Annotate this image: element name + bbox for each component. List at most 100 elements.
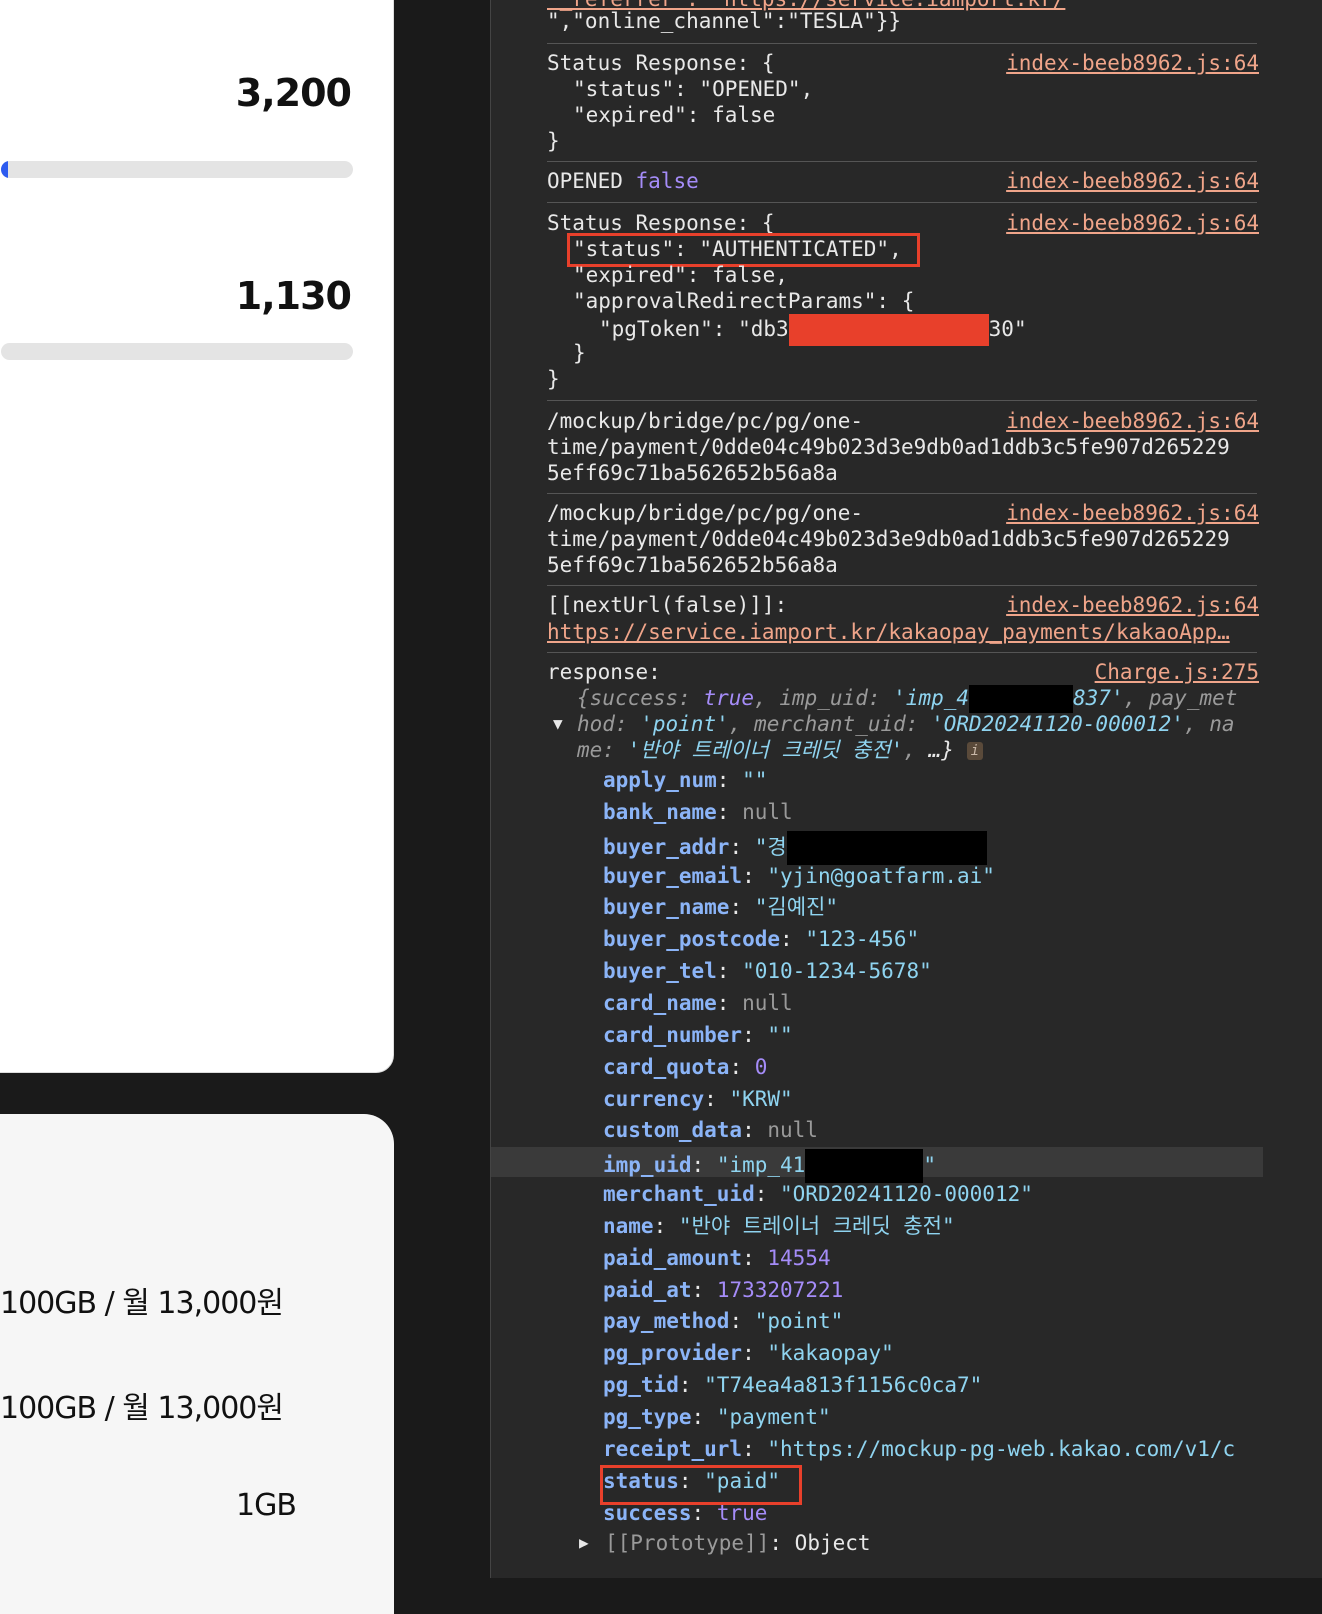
property-row[interactable]: pg_provider: "kakaopay" <box>603 1340 894 1366</box>
property-key: buyer_name <box>603 895 730 920</box>
property-key: pg_tid <box>603 1373 679 1398</box>
progress-bar-2 <box>1 343 353 360</box>
property-key: pg_type <box>603 1405 692 1429</box>
property-row[interactable]: merchant_uid: "ORD20241120-000012" <box>603 1181 1033 1207</box>
property-key: imp_uid <box>603 1153 692 1178</box>
path-line: /mockup/bridge/pc/pg/one- <box>547 501 864 525</box>
prototype-line[interactable]: [[Prototype]]: Object <box>605 1530 1315 1556</box>
property-row[interactable]: card_name: null <box>603 990 793 1016</box>
expired-false: "expired": false, <box>573 263 788 287</box>
property-key: merchant_uid <box>603 1182 755 1207</box>
stat-value-2: 1,130 <box>235 274 352 318</box>
status-opened: "status": "OPENED", <box>573 77 814 101</box>
property-key: buyer_tel <box>603 959 717 984</box>
highlight-box-status-paid <box>600 1465 802 1505</box>
summary-key: na <box>1209 712 1235 736</box>
prototype-value: Object <box>794 1531 871 1555</box>
summary-key: hod <box>577 712 615 736</box>
property-value: 1733207221 <box>716 1277 844 1302</box>
property-row[interactable]: paid_amount: 14554 <box>603 1245 831 1271</box>
nexturl-label: [[nextUrl(false)]]: <box>547 593 788 617</box>
plan-item-3: 1GB <box>236 1488 297 1523</box>
property-row[interactable]: pay_method: "point" <box>603 1308 843 1334</box>
summary-key: pay_met <box>1148 686 1238 710</box>
property-key: card_number <box>603 1022 743 1047</box>
redaction-black <box>786 830 987 865</box>
property-value: "123-456" <box>805 927 920 952</box>
separator <box>547 652 1257 653</box>
redaction-black <box>969 685 1074 713</box>
devtools-console: "_referrer": "https://service.iamport.kr… <box>490 0 1322 1578</box>
prototype-label: [[Prototype]] <box>605 1531 770 1555</box>
property-value: null <box>742 990 793 1015</box>
property-row[interactable]: receipt_url: "https://mockup-pg-web.kaka… <box>603 1436 1235 1462</box>
property-key: card_quota <box>603 1054 730 1079</box>
property-key: card_name <box>603 990 717 1015</box>
property-row[interactable]: card_number: "" <box>603 1022 793 1048</box>
plan-card: 100GB / 월 13,000원 100GB / 월 13,000원 1GB <box>0 1114 394 1614</box>
property-row[interactable]: card_quota: 0 <box>603 1054 767 1080</box>
property-key: paid_at <box>603 1277 692 1302</box>
property-row[interactable]: currency: "KRW" <box>603 1086 793 1112</box>
property-row[interactable]: pg_type: "payment" <box>603 1404 831 1430</box>
property-key: pay_method <box>603 1309 730 1334</box>
path-line: 5eff69c71ba562652b56a8a <box>547 461 838 485</box>
mockup-path-1: /mockup/bridge/pc/pg/one-time/payment/0d… <box>547 408 1257 486</box>
redaction-black <box>805 1149 924 1184</box>
path-line: /mockup/bridge/pc/pg/one- <box>547 409 864 433</box>
pgtoken-prefix: "pgToken": "db3 <box>599 317 789 341</box>
property-row[interactable]: bank_name: null <box>603 799 793 825</box>
property-value: "김예진" <box>754 895 838 920</box>
status-response-label: Status Response: { <box>547 51 775 75</box>
progress-bar-1 <box>1 161 353 178</box>
summary-impuid-suffix: 837' <box>1073 686 1124 710</box>
response-summary-line2: hod: 'point', merchant_uid: 'ORD20241120… <box>577 712 1235 736</box>
property-key: paid_amount <box>603 1245 743 1270</box>
property-key: buyer_email <box>603 863 743 888</box>
property-row[interactable]: buyer_tel: "010-1234-5678" <box>603 958 932 984</box>
property-value: "imp_41 <box>716 1153 806 1178</box>
property-row[interactable]: buyer_addr: "경 <box>603 830 987 865</box>
mockup-path-2: /mockup/bridge/pc/pg/one-time/payment/0d… <box>547 500 1257 578</box>
property-row[interactable]: buyer_postcode: "123-456" <box>603 926 919 952</box>
property-row[interactable]: custom_data: null <box>603 1117 818 1143</box>
property-key: currency <box>603 1086 705 1111</box>
separator <box>547 161 1257 162</box>
summary-merchant: 'ORD20241120-000012' <box>931 712 1184 736</box>
property-key: pg_provider <box>603 1341 743 1366</box>
pgtoken-suffix: 30" <box>988 317 1027 341</box>
property-value: "경 <box>754 834 787 859</box>
property-row[interactable]: pg_tid: "T74ea4a813f1156c0ca7" <box>603 1372 982 1398</box>
property-row[interactable]: imp_uid: "imp_41 " <box>603 1149 936 1184</box>
separator <box>547 493 1257 494</box>
response-label: response: <box>547 660 661 684</box>
property-key: custom_data <box>603 1118 743 1143</box>
property-key: buyer_postcode <box>603 927 781 952</box>
property-row[interactable]: buyer_name: "김예진" <box>603 894 838 920</box>
summary-point: 'point' <box>640 712 729 736</box>
property-row[interactable]: buyer_email: "yjin@goatfarm.ai" <box>603 863 995 889</box>
property-value: "yjin@goatfarm.ai" <box>767 863 995 888</box>
property-row[interactable]: apply_num: "" <box>603 767 767 793</box>
stat-value-1: 3,200 <box>235 71 352 115</box>
property-value: 14554 <box>767 1245 831 1270</box>
property-value-suffix: " <box>923 1153 936 1178</box>
property-row[interactable]: name: "반야 트레이너 크레딧 충전" <box>603 1213 955 1239</box>
false-word: false <box>635 169 699 193</box>
nexturl-link[interactable]: https://service.iamport.kr/kakaopay_paym… <box>547 619 1257 645</box>
path-line: time/payment/0dde04c49b023d3e9db0ad1ddb3… <box>547 435 1230 459</box>
property-value: "https://mockup-pg-web.kakao.com/v1/c <box>767 1436 1236 1461</box>
property-value: "point" <box>754 1309 844 1334</box>
console-line-channel: ","online_channel":"TESLA"}} <box>547 9 902 33</box>
property-value: null <box>767 1118 818 1143</box>
property-row[interactable]: paid_at: 1733207221 <box>603 1277 843 1303</box>
property-value: null <box>742 799 793 824</box>
summary-key: merchant_uid <box>754 712 906 736</box>
separator <box>547 43 1257 44</box>
property-key: apply_num <box>603 768 717 792</box>
close-brace: } <box>547 129 560 153</box>
opened-word: OPENED <box>547 169 623 193</box>
plan-item-2: 100GB / 월 13,000원 <box>0 1391 284 1426</box>
info-icon[interactable]: i <box>966 742 984 760</box>
progress-fill-1 <box>1 161 9 178</box>
